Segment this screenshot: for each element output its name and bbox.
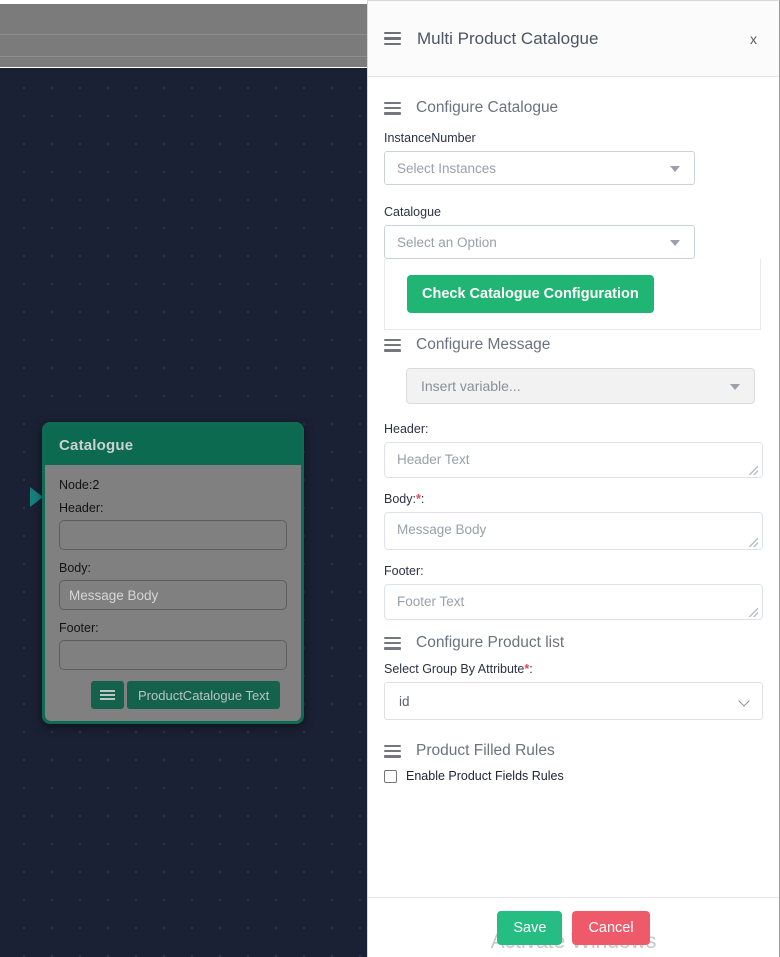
section-hamburger-icon [384,636,401,650]
node-body: Node:2 Header: Body: Message Body Footer… [45,465,301,721]
group-by-attribute-value: id [399,693,410,709]
node-header-label: Header: [59,501,104,515]
chevron-down-icon [738,695,750,707]
node-id-label: Node:2 [59,478,100,492]
node-body-label: Body: [59,561,91,575]
canvas-toolbar-stack [0,0,368,67]
header-field-label: Header: [384,422,429,436]
section-configure-message: Configure Message [384,336,761,354]
header-textarea[interactable]: Header Text [384,442,763,478]
instance-number-label: InstanceNumber [384,131,476,145]
node-header-field[interactable] [59,520,287,550]
catalogue-node-card[interactable]: Catalogue Node:2 Header: Body: Message B… [42,422,304,724]
enable-product-fields-rules-label: Enable Product Fields Rules [406,769,564,783]
node-body-field[interactable]: Message Body [59,580,287,610]
hamburger-icon[interactable] [384,32,401,46]
instance-number-value: Select Instances [397,160,497,176]
panel-footer: Save Cancel [368,897,779,957]
body-field-label: Body:*: [384,492,761,506]
header-textarea-wrap: Header Text [384,442,763,478]
footer-textarea[interactable]: Footer Text [384,584,763,620]
section-title: Configure Product list [416,634,565,651]
toolbar-band-tertiary [0,56,368,67]
toolbar-band-secondary [0,34,368,56]
list-icon[interactable] [91,681,124,709]
node-footer-label: Footer: [59,621,99,635]
catalogue-select[interactable]: Select an Option [384,225,695,259]
section-hamburger-icon [384,744,401,758]
section-configure-catalogue: Configure Catalogue [384,99,761,117]
body-textarea-wrap: Message Body [384,512,763,550]
footer-textarea-wrap: Footer Text [384,584,763,620]
check-catalogue-configuration-button[interactable]: Check Catalogue Configuration [407,275,654,313]
toolbar-band-primary [0,4,368,34]
section-configure-product-list: Configure Product list [384,634,761,652]
footer-field-label: Footer: [384,564,424,578]
catalogue-label: Catalogue [384,205,441,219]
resize-handle-icon[interactable] [749,466,758,475]
panel-title: Multi Product Catalogue [417,28,599,48]
instance-number-select[interactable]: Select Instances [384,151,695,185]
enable-product-fields-rules-row: Enable Product Fields Rules [384,769,761,783]
workflow-canvas[interactable]: Catalogue Node:2 Header: Body: Message B… [0,0,368,957]
resize-handle-icon[interactable] [749,608,758,617]
configuration-panel: Multi Product Catalogue x Configure Cata… [367,0,780,957]
section-hamburger-icon [384,101,401,115]
chevron-down-icon [670,240,680,246]
catalogue-value: Select an Option [397,234,497,250]
body-label-text: Body: [384,492,416,506]
insert-variable-value: Insert variable... [421,378,521,394]
node-button-row: ProductCatalogue Text [59,681,287,709]
cancel-button[interactable]: Cancel [572,910,650,945]
panel-header: Multi Product Catalogue x [368,1,779,77]
panel-body: Configure Catalogue InstanceNumber Selec… [368,77,779,957]
save-button[interactable]: Save [497,910,563,945]
node-title: Catalogue [45,425,301,465]
group-by-attribute-select[interactable]: id [384,682,763,720]
section-title: Configure Catalogue [416,99,559,116]
node-footer-field[interactable] [59,640,287,670]
group-label-suffix: : [529,662,533,676]
chevron-down-icon [730,384,740,390]
section-product-filled-rules: Product Filled Rules [384,742,761,760]
chevron-down-icon [670,166,680,172]
section-hamburger-icon [384,338,401,352]
body-textarea[interactable]: Message Body [384,512,763,550]
node-product-catalogue-button[interactable]: ProductCatalogue Text [127,681,281,709]
section-title: Product Filled Rules [416,742,555,759]
node-body-value: Message Body [69,587,159,603]
resize-handle-icon[interactable] [749,538,758,547]
insert-variable-select[interactable]: Insert variable... [406,368,755,404]
group-label-text: Select Group By Attribute [384,662,525,676]
section-title: Configure Message [416,336,551,353]
enable-product-fields-rules-checkbox[interactable] [384,769,397,783]
group-by-attribute-label: Select Group By Attribute*: [384,662,761,676]
close-icon[interactable]: x [742,27,765,51]
check-configuration-container: Check Catalogue Configuration [384,259,761,330]
body-label-suffix: : [420,492,425,506]
